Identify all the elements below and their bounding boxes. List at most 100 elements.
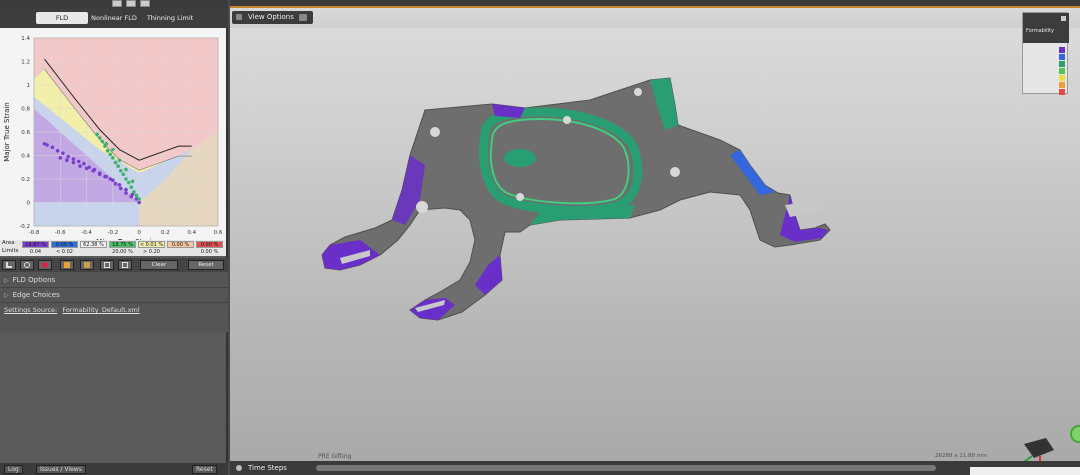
- data-point: [111, 147, 115, 152]
- data-point: [126, 180, 131, 185]
- dimension-readout: 26288 x 11.88 mm: [935, 453, 988, 459]
- x-tick-label: 0.2: [161, 230, 170, 236]
- color-tool-button[interactable]: [38, 260, 52, 270]
- y-tick-label: -0.2: [19, 224, 30, 230]
- data-point: [137, 200, 141, 205]
- time-steps-label: Time Steps: [248, 464, 287, 472]
- formability-swatch: [1059, 75, 1065, 81]
- tab-thinning-limit[interactable]: Thinning Limit: [142, 12, 198, 24]
- panel-toolbar-button[interactable]: [140, 0, 150, 7]
- data-point: [82, 161, 86, 166]
- x-tick-label: -0.2: [107, 230, 118, 236]
- edge-choices-toggle[interactable]: ▷ Edge Choices: [4, 291, 60, 299]
- legend-area-cell: 0.00 %: [51, 241, 78, 248]
- 3d-viewport[interactable]: View Options Formability PRE Gifting 262…: [230, 0, 1080, 475]
- tab-fld[interactable]: FLD: [36, 12, 88, 24]
- part-edge-zone: [492, 104, 525, 118]
- settings-source: Settings Source: Formability_Default.xml: [4, 306, 140, 314]
- data-point: [50, 145, 55, 150]
- expand-arrow-icon: ▷: [4, 277, 9, 284]
- legend-limit-cell: 20.00 %: [112, 249, 133, 255]
- panel-top-strip: [0, 0, 228, 8]
- data-point: [95, 132, 99, 137]
- select-icon: [6, 262, 12, 268]
- y-tick-label: 0: [27, 201, 31, 207]
- select-tool-button[interactable]: [2, 260, 16, 270]
- data-point: [65, 158, 69, 162]
- stage-label: PRE Gifting: [318, 453, 352, 460]
- pin-icon: [236, 465, 242, 471]
- formability-swatch: [1059, 61, 1065, 67]
- data-point: [130, 179, 135, 184]
- fld-chart: -0.8 -0.6 -0.4 -0.2 0 0.2 0.4 0.6 -0.2 0 0.2 0.4 0.6…: [0, 28, 226, 256]
- edge-choices-label: Edge Choices: [12, 291, 60, 299]
- fld-legend: Area Limits 18.87 % 0.04 0.00 % < 0.02 62.38…: [0, 240, 226, 256]
- paint-tool-button[interactable]: [80, 260, 94, 270]
- formability-legend: Formability: [1022, 12, 1069, 95]
- time-steps-bar: Time Steps: [230, 461, 1080, 475]
- time-steps-button[interactable]: Time Steps: [232, 462, 293, 474]
- data-point: [132, 190, 136, 194]
- legend-area-label: Area: [2, 240, 15, 246]
- x-tick-label: -0.4: [81, 230, 92, 236]
- part-hole: [430, 127, 440, 137]
- data-point: [97, 172, 102, 177]
- data-point: [118, 168, 123, 173]
- x-tick-label: 0.6: [214, 230, 223, 236]
- fld-tab-bar: FLD Nonlinear FLD Thinning Limit: [0, 8, 228, 28]
- part-dimple: [504, 149, 536, 167]
- part-hole: [416, 201, 428, 213]
- clear-button[interactable]: Clear: [140, 260, 178, 270]
- data-point: [91, 168, 95, 173]
- y-tick-label: 0.4: [21, 154, 30, 160]
- export-tool-button[interactable]: [118, 260, 132, 270]
- panel-toolbar-button[interactable]: [126, 0, 136, 7]
- reset-button[interactable]: Reset: [188, 260, 224, 270]
- divider: [0, 287, 228, 288]
- x-tick-label: 0.4: [187, 230, 196, 236]
- data-point: [78, 164, 82, 168]
- formability-legend-title: Formability: [1026, 28, 1054, 34]
- formability-swatch: [1059, 82, 1065, 88]
- data-point: [117, 183, 122, 187]
- export-icon: [122, 262, 128, 268]
- formability-swatch: [1059, 47, 1065, 53]
- brush-tool-button[interactable]: [60, 260, 74, 270]
- data-point: [45, 143, 49, 147]
- fld-options-label: FLD Options: [12, 276, 56, 284]
- data-point: [113, 181, 118, 186]
- settings-source-link[interactable]: Formability_Default.xml: [62, 306, 139, 314]
- fld-options-section: ▷ FLD Options ▷ Edge Choices Settings Sour…: [0, 272, 228, 332]
- y-tick-label: 1.2: [21, 60, 30, 66]
- tab-nonlinear-fld[interactable]: Nonlinear FLD: [88, 12, 140, 24]
- axis-triad[interactable]: [1020, 432, 1060, 464]
- data-point: [61, 151, 65, 155]
- formability-swatch: [1059, 54, 1065, 60]
- brush-icon: [64, 262, 70, 268]
- legend-area-cell: 0.00 %: [167, 241, 194, 248]
- system-tray: [970, 467, 1080, 475]
- issues-views-tab[interactable]: Issues / Views: [36, 465, 86, 474]
- data-point: [113, 160, 118, 165]
- data-point: [116, 164, 120, 168]
- collapse-icon[interactable]: [1061, 16, 1066, 21]
- grid-tool-button[interactable]: [100, 260, 114, 270]
- fld-plot-svg: -0.8 -0.6 -0.4 -0.2 0 0.2 0.4 0.6 -0.2 0 0.2 0.4 0.6…: [3, 36, 223, 240]
- lasso-tool-button[interactable]: [20, 260, 34, 270]
- panel-toolbar-button[interactable]: [112, 0, 122, 7]
- fld-options-toggle[interactable]: ▷ FLD Options: [4, 276, 55, 284]
- fld-toolbar: Clear Reset: [0, 258, 228, 272]
- time-steps-slider[interactable]: [316, 465, 936, 471]
- part-model[interactable]: [230, 0, 1080, 475]
- data-point: [76, 159, 81, 164]
- bottom-reset-button[interactable]: Reset: [192, 465, 217, 474]
- app-window: FLD Nonlinear FLD Thinning Limit -0.8 -0.…: [0, 0, 1080, 475]
- data-point: [104, 174, 109, 179]
- data-point: [117, 158, 122, 162]
- y-tick-label: 0.8: [21, 107, 30, 113]
- data-point: [84, 166, 89, 171]
- legend-limit-cell: 0.04: [29, 249, 42, 255]
- log-tab[interactable]: Log: [4, 465, 23, 474]
- data-point: [118, 186, 123, 191]
- y-tick-label: 1.4: [21, 36, 30, 42]
